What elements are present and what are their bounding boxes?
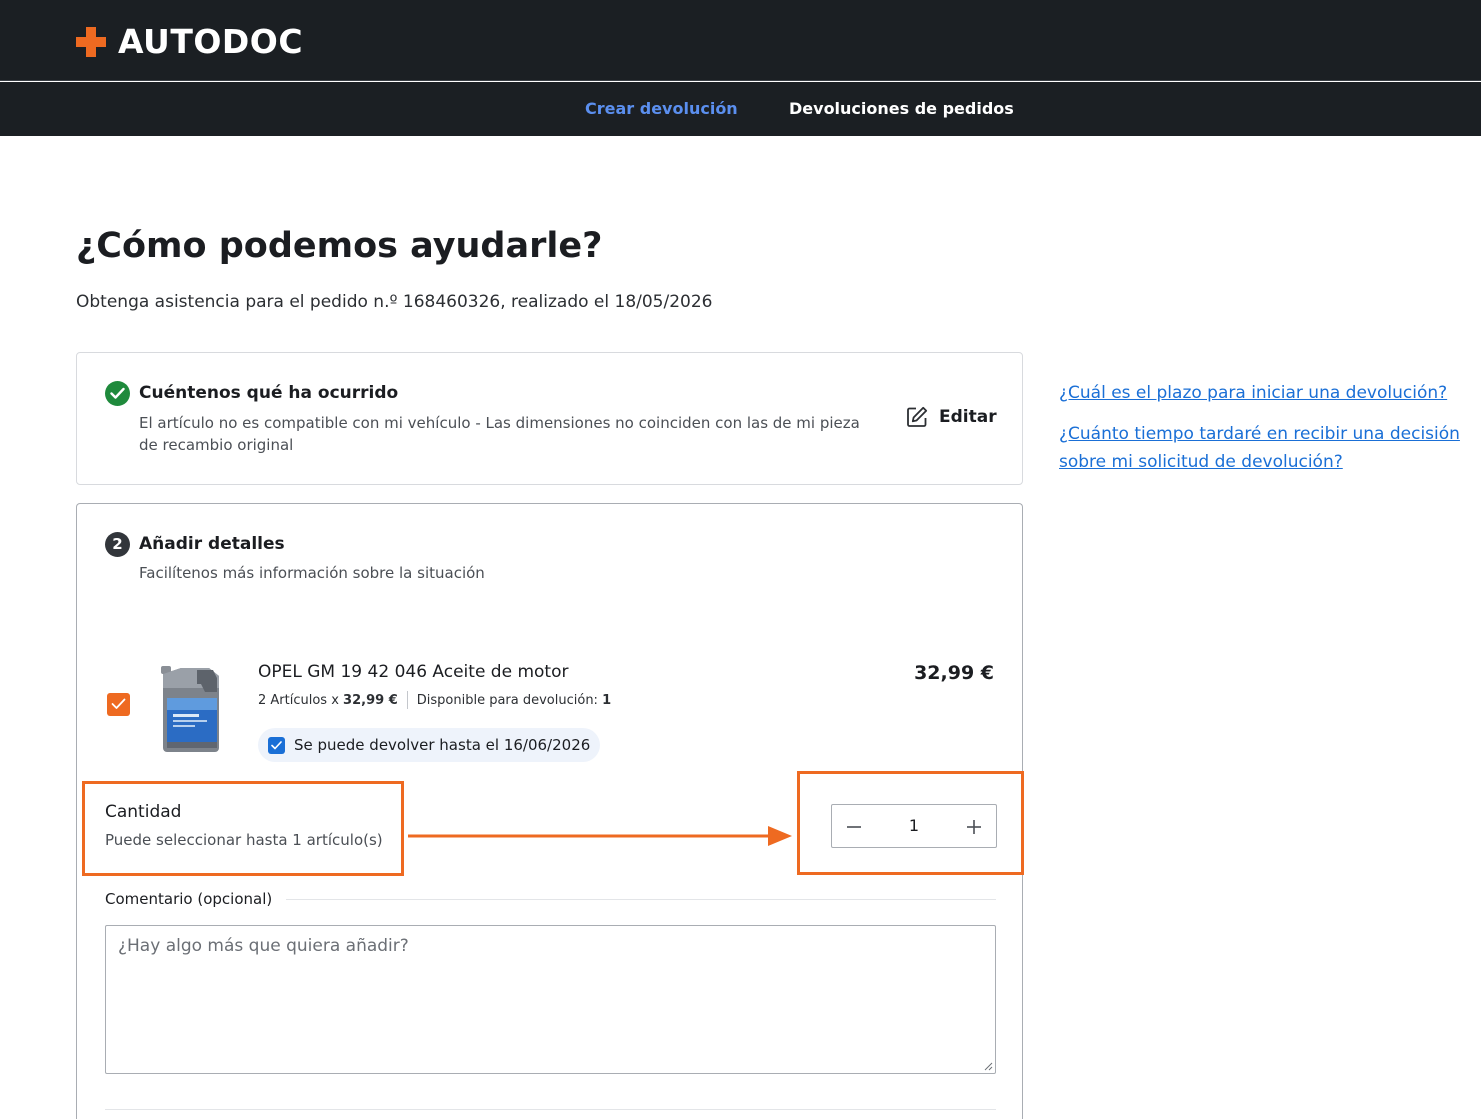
top-header: AUTODOC (0, 0, 1481, 81)
tab-create-return[interactable]: Crear devolución (585, 99, 738, 118)
annotation-arrow-icon (408, 826, 792, 846)
available-label: Disponible para devolución: (416, 692, 598, 708)
highlight-quantity-stepper (797, 771, 1024, 875)
step1-card: Cuéntenos qué ha ocurrido El artículo no… (76, 352, 1023, 485)
checkmark-icon (111, 698, 126, 709)
check-circle-icon (105, 381, 130, 406)
logo-cross-icon (76, 26, 106, 57)
autodoc-logo[interactable]: AUTODOC (76, 22, 303, 61)
help-link-decision-time[interactable]: ¿Cuánto tiempo tardaré en recibir una de… (1059, 420, 1469, 476)
product-meta: 2 Artículos x 32,99 € Disponible para de… (258, 691, 611, 709)
page-title: ¿Cómo podemos ayudarle? (76, 226, 603, 266)
engine-oil-canister-image (161, 666, 219, 752)
product-unit-price: 32,99 € (343, 692, 398, 708)
page-subtitle: Obtenga asistencia para el pedido n.º 16… (76, 292, 713, 312)
section-divider (105, 1109, 996, 1110)
help-link-return-deadline[interactable]: ¿Cuál es el plazo para iniciar una devol… (1059, 379, 1447, 407)
step1-title: Cuéntenos qué ha ocurrido (139, 383, 399, 403)
return-deadline-badge: Se puede devolver hasta el 16/06/2026 (258, 728, 601, 762)
meta-divider (406, 691, 408, 709)
step2-description: Facilítenos más información sobre la sit… (139, 564, 485, 582)
return-nav: Crear devolución Devoluciones de pedidos (0, 82, 1481, 136)
return-deadline-text: Se puede devolver hasta el 16/06/2026 (294, 736, 591, 754)
available-value: 1 (602, 692, 612, 708)
calendar-check-icon (268, 736, 285, 754)
logo-text: AUTODOC (118, 22, 304, 61)
edit-label: Editar (939, 407, 997, 427)
product-checkbox[interactable] (107, 693, 130, 716)
highlight-quantity-label (82, 781, 404, 876)
product-qty-text: 2 Artículos x (258, 692, 339, 708)
tab-order-returns[interactable]: Devoluciones de pedidos (789, 99, 1014, 118)
step2-title: Añadir detalles (139, 534, 285, 554)
comment-label: Comentario (opcional) (105, 890, 287, 908)
comment-textarea[interactable] (105, 925, 996, 1074)
edit-button[interactable]: Editar (905, 405, 997, 429)
resize-grip-icon[interactable] (983, 1061, 993, 1071)
product-price: 32,99 € (914, 662, 994, 684)
product-name[interactable]: OPEL GM 19 42 046 Aceite de motor (258, 662, 568, 682)
step1-description: El artículo no es compatible con mi vehí… (139, 414, 860, 454)
edit-pencil-icon (907, 406, 928, 427)
step-number-badge: 2 (105, 532, 130, 557)
